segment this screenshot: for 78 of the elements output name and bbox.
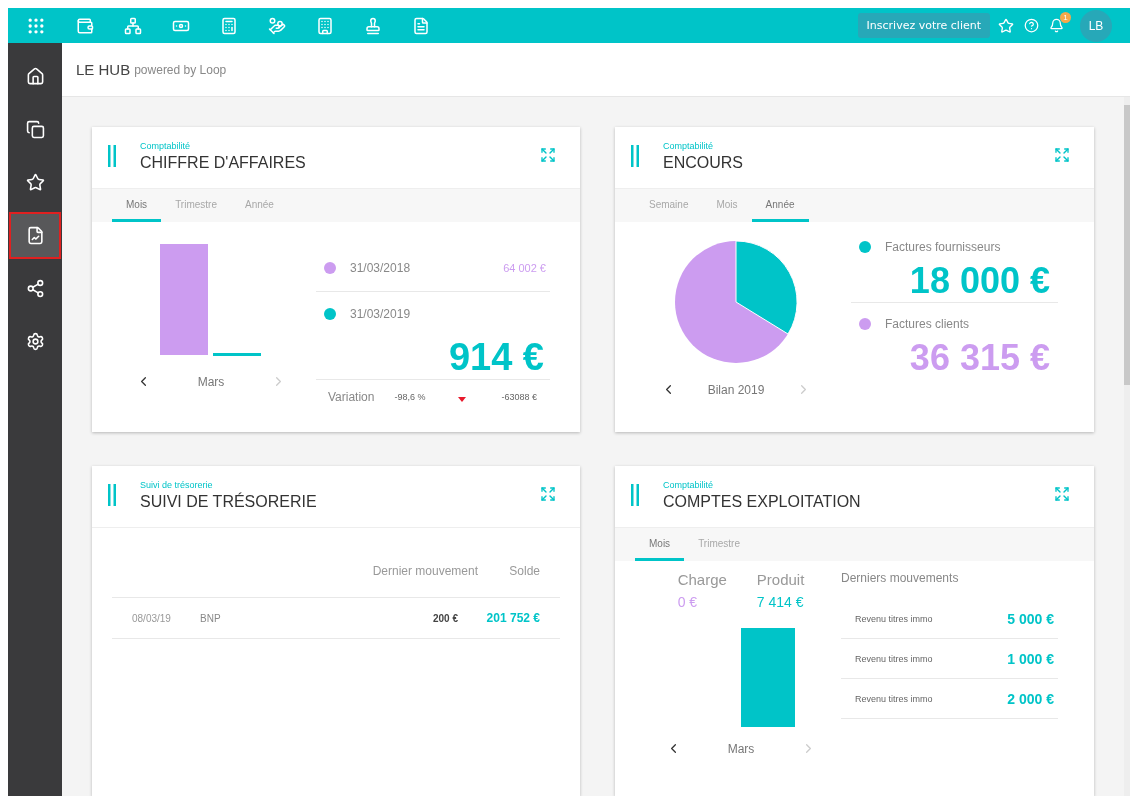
star-icon [25, 173, 45, 192]
stamp-icon[interactable] [364, 16, 382, 35]
drag-handle-icon[interactable] [108, 145, 116, 167]
drag-handle-icon[interactable] [631, 145, 639, 167]
app-subtitle: powered by Loop [134, 62, 227, 77]
card-category: Comptabilité [663, 141, 715, 151]
movement-amount: 2 000 € [1007, 690, 1054, 707]
amount-value: 914 € [448, 336, 544, 379]
amount-value: 18 000 € [909, 260, 1050, 302]
variation-label: Variation [328, 390, 375, 404]
user-avatar[interactable]: LB [1080, 9, 1112, 42]
movement-label: Revenu titres immo [855, 613, 933, 624]
drag-handle-icon[interactable] [631, 484, 639, 506]
card-title: CHIFFRE D'AFFAIRES [140, 154, 307, 172]
table-cell-text: BNP [200, 612, 222, 624]
table-cell-text: 08/03/19 [132, 612, 172, 624]
expand-icon[interactable] [540, 486, 556, 502]
date-label: 31/03/2019 [350, 307, 411, 321]
amount-value: 64 002 € [503, 261, 546, 274]
period-tab[interactable]: Mois [635, 528, 685, 561]
settings-icon [25, 332, 45, 351]
report-icon [25, 226, 45, 245]
building-icon[interactable] [316, 16, 334, 35]
expand-icon[interactable] [1054, 486, 1070, 502]
card-title: ENCOURS [663, 154, 744, 172]
legend-label: Factures clients [885, 317, 970, 331]
period-tab[interactable]: Mois [112, 189, 162, 222]
series-amount: 7 414 € [756, 594, 805, 610]
period-label: Bilan 2019 [707, 382, 765, 397]
movement-label: Revenu titres immo [855, 693, 933, 704]
share-icon [25, 279, 45, 298]
calculator-icon[interactable] [220, 16, 238, 35]
drag-handle-icon[interactable] [108, 484, 116, 506]
table-cell-text: 201 752 € [485, 611, 541, 625]
variation-percent: -98,6 % [394, 392, 426, 402]
movement-label: Revenu titres immo [855, 653, 933, 664]
amount-value: 36 315 € [909, 337, 1050, 379]
star-icon[interactable] [998, 17, 1014, 34]
column-header: Dernier mouvement [371, 564, 478, 578]
period-tab[interactable]: Trimestre [684, 528, 754, 561]
table-cell-text: 200 € [431, 612, 458, 624]
section-title: Derniers mouvements [841, 571, 960, 585]
movement-amount: 1 000 € [1007, 650, 1054, 667]
notification-badge: 1 [1060, 12, 1071, 23]
register-client-button[interactable]: Inscrivez votre client [857, 13, 990, 38]
help-icon[interactable] [1024, 18, 1039, 33]
network-icon[interactable] [124, 16, 142, 35]
series-amount: 0 € [677, 594, 699, 610]
scrollbar[interactable] [1124, 97, 1130, 796]
series-label: Charge [677, 571, 727, 588]
app-title: LE HUB [76, 61, 131, 78]
windows-icon [25, 120, 45, 139]
period-tab[interactable]: Année [231, 189, 288, 222]
series-label: Produit [756, 571, 805, 588]
period-label: Mars [727, 741, 755, 756]
date-label: 31/03/2018 [350, 260, 411, 275]
hand-coins-icon[interactable] [268, 16, 286, 35]
bell-icon[interactable] [1049, 18, 1064, 33]
card-title: SUIVI DE TRÉSORERIE [140, 493, 318, 511]
period-tab[interactable]: Semaine [635, 189, 703, 222]
card-title: COMPTES EXPLOITATION [663, 493, 862, 511]
home-icon [25, 67, 45, 86]
column-header: Solde [508, 564, 541, 578]
expand-icon[interactable] [1054, 147, 1070, 163]
sidebar-item[interactable] [9, 212, 61, 259]
period-tab[interactable]: Trimestre [161, 189, 231, 222]
period-label: Mars [197, 374, 225, 389]
variation-delta: -63088 € [501, 392, 538, 402]
card-category: Suivi de trésorerie [140, 480, 214, 490]
card-category: Comptabilité [663, 480, 715, 490]
document-icon[interactable] [412, 16, 430, 35]
movement-amount: 5 000 € [1007, 610, 1054, 627]
wallet-icon[interactable] [76, 16, 94, 35]
legend-label: Factures fournisseurs [885, 240, 1001, 254]
period-tab[interactable]: Mois [702, 189, 752, 222]
card-category: Comptabilité [140, 141, 192, 151]
expand-icon[interactable] [540, 147, 556, 163]
period-tab[interactable]: Année [751, 189, 809, 222]
